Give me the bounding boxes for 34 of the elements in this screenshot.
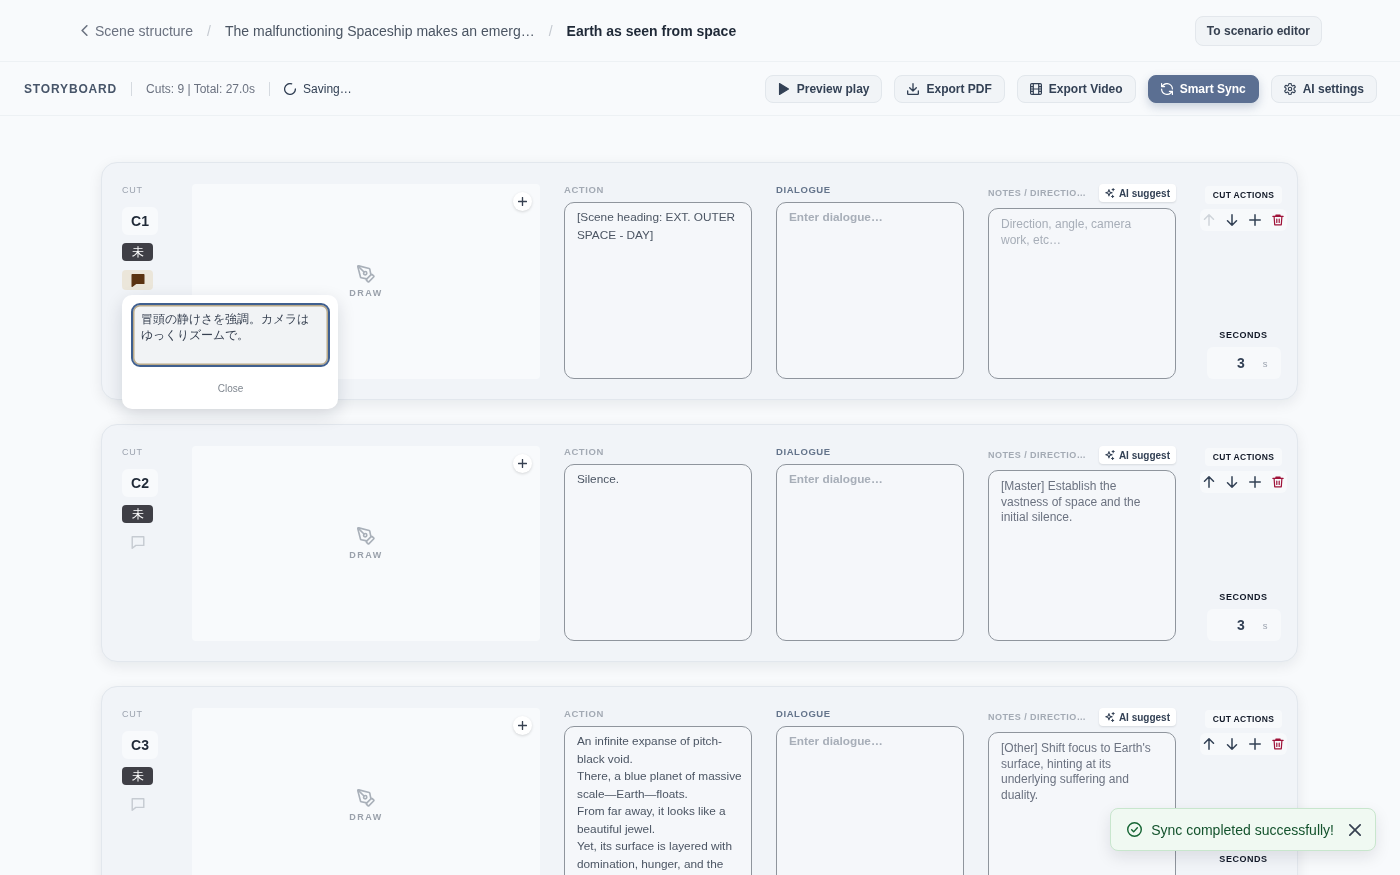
cut-actions-label: CUT ACTIONS: [1204, 448, 1283, 466]
field-label: NOTES / DIRECTIO…: [988, 187, 1087, 199]
draw-label: DRAW: [349, 549, 383, 561]
seconds-label: SECONDS: [1219, 853, 1268, 865]
field-label: DIALOGUE: [776, 446, 832, 458]
seconds-label: SECONDS: [1219, 591, 1268, 603]
status-badge: 未: [122, 505, 153, 523]
field-label: NOTES / DIRECTIO…: [988, 711, 1087, 723]
unit-label: s: [1262, 619, 1268, 631]
cut-actions-label: CUT ACTIONS: [1204, 710, 1283, 728]
seconds-label: SECONDS: [1219, 329, 1268, 341]
cut-number: C1: [122, 207, 158, 235]
draw-label: DRAW: [349, 287, 383, 299]
cut-label: CUT: [122, 446, 143, 458]
cut-label: CUT: [122, 708, 143, 720]
status-badge: 未: [122, 767, 153, 785]
cut-summary: Cuts: 9 | Total: 27.0s: [146, 81, 256, 96]
field-label: NOTES / DIRECTIO…: [988, 449, 1087, 461]
field-label: ACTION: [564, 708, 605, 720]
field-label: ACTION: [564, 446, 605, 458]
draw-label: DRAW: [349, 811, 383, 823]
field-label: DIALOGUE: [776, 184, 832, 196]
saving-status: Saving…: [303, 81, 352, 96]
cut-number: C2: [122, 469, 158, 497]
breadcrumb-separator: /: [548, 22, 553, 39]
unit-label: s: [1262, 357, 1268, 369]
field-label: ACTION: [564, 184, 605, 196]
cut-number: C3: [122, 731, 158, 759]
status-badge: 未: [122, 243, 153, 261]
storyboard-title: STORYBOARD: [24, 81, 118, 96]
cut-actions-label: CUT ACTIONS: [1204, 186, 1283, 204]
field-label: DIALOGUE: [776, 708, 832, 720]
breadcrumb-separator: /: [207, 22, 211, 39]
cut-label: CUT: [122, 184, 143, 196]
